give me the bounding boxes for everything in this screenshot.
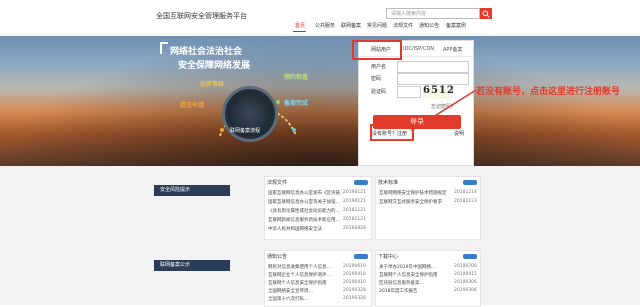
- annotation-arrow: [410, 89, 477, 132]
- search-button[interactable]: [480, 8, 492, 19]
- search-icon: [482, 10, 490, 18]
- laws-panel-title: 法规文件: [267, 180, 288, 186]
- nav-item-notices[interactable]: 通知公告: [419, 22, 439, 29]
- step-submit-application: 提交申请: [180, 102, 205, 109]
- list-item-date: 20190328: [343, 296, 366, 301]
- side-label-risk[interactable]: 安全风险提示: [154, 185, 230, 196]
- list-item[interactable]: 全国第十六次打私…: [268, 296, 309, 302]
- list-item-date: 20181214: [454, 190, 477, 195]
- nav-item-laws[interactable]: 法规文件: [393, 22, 413, 29]
- list-item-date: 20181123: [454, 199, 477, 204]
- list-item-date: 20190306: [454, 288, 477, 293]
- list-item[interactable]: 互联网网络安全保护技术措施规定: [379, 190, 447, 196]
- step-complete: 备案完成: [284, 100, 309, 107]
- list-item[interactable]: 区块链信息服务备案…: [379, 280, 424, 286]
- list-item[interactable]: 网民对信息收集使用个人信息…: [268, 264, 331, 270]
- list-item[interactable]: 2018年度工作报告: [379, 288, 417, 294]
- list-item-date: 20190415: [454, 272, 477, 277]
- gauge-label: 联网备案流程: [230, 128, 261, 134]
- list-item[interactable]: 互联网个人信息安全保护指南: [268, 280, 327, 286]
- list-item-date: 20181121: [343, 208, 366, 213]
- nav-active-indicator: [293, 31, 306, 32]
- list-item[interactable]: 中华人民共和国网络安全法: [268, 226, 322, 232]
- slogan-line2: 安全保障网络发展: [178, 61, 251, 71]
- captcha-label: 验证码: [371, 89, 387, 95]
- side-label-registration[interactable]: 联网备案公示: [154, 260, 230, 271]
- list-item-date: 20190418: [343, 272, 366, 277]
- list-item[interactable]: 互联网个人信息安全保护指南: [379, 272, 438, 278]
- banner-shade: [0, 36, 640, 166]
- list-item-date: 20190328: [343, 288, 366, 293]
- tech-panel-title: 技术标准: [378, 180, 399, 186]
- nav-item-faq[interactable]: 常见问题: [367, 22, 387, 29]
- slogan-bracket: [160, 42, 168, 54]
- list-item-date: 20190121: [343, 199, 366, 204]
- notices-panel: 通知公告 网民对信息收集使用个人信息… 20190619 互联网企业个人信息保护…: [264, 250, 372, 307]
- password-field[interactable]: [397, 73, 469, 85]
- tech-more-button[interactable]: [463, 180, 477, 185]
- download-panel-title: 下载中心: [378, 254, 399, 260]
- list-item-date: 20181121: [343, 217, 366, 222]
- list-item[interactable]: 国家互联网信息办公室发布《区块链…: [268, 190, 345, 196]
- nav-item-home[interactable]: 首页: [295, 22, 305, 29]
- list-item-date: 20160828: [343, 226, 366, 231]
- laws-more-button[interactable]: [354, 180, 368, 185]
- register-annotation: 若没有账号，点击这里进行注册账号: [476, 87, 621, 97]
- list-item[interactable]: 互联网企业个人信息保护测评…: [268, 272, 331, 278]
- search-placeholder: 请输入搜索内容: [391, 11, 427, 17]
- list-item[interactable]: 关于举办2019年中国网络…: [379, 264, 435, 270]
- nav-item-cases[interactable]: 备案案例: [446, 22, 466, 29]
- password-label: 密码: [371, 76, 382, 82]
- content-area: 安全风险提示 联网备案公示 法规文件 国家互联网信息办公室发布《区块链… 201…: [0, 166, 640, 307]
- register-link[interactable]: 没有账号？注册: [372, 130, 407, 137]
- list-item-date: 20190708: [454, 264, 477, 269]
- site-title: 全国互联网安全管理服务平台: [156, 12, 247, 20]
- username-label: 用户名: [371, 64, 387, 70]
- tech-standards-panel: 技术标准 互联网网络安全保护技术措施规定 20181214 互联网交互式服务安全…: [375, 176, 481, 240]
- list-item-date: 20190619: [343, 264, 366, 269]
- notices-panel-title: 通知公告: [267, 254, 288, 260]
- hero-banner: 网络社会法治社会 安全保障网络发展 初步审核 提交申请 预约检查 备案完成 联网…: [0, 36, 640, 166]
- notices-more-button[interactable]: [354, 254, 368, 259]
- username-field[interactable]: [397, 61, 469, 73]
- nav-divider: [0, 34, 640, 35]
- list-item-date: 20190306: [454, 280, 477, 285]
- tab-highlight-box: [352, 40, 402, 60]
- slogan-line1: 网络社会法治社会: [170, 47, 243, 57]
- list-item[interactable]: 互联网新闻信息服务新技术新应用…: [268, 217, 340, 223]
- nav-item-public-services[interactable]: 公共服务: [315, 22, 335, 29]
- list-item[interactable]: 互联网交互式服务安全保护要求: [379, 199, 442, 205]
- list-item-date: 20190121: [343, 190, 366, 195]
- download-more-button[interactable]: [463, 254, 477, 259]
- download-panel: 下载中心 关于举办2019年中国网络… 20190708 互联网个人信息安全保护…: [375, 250, 481, 307]
- tab-app-registration[interactable]: APP备案: [443, 46, 462, 53]
- step-schedule-inspection: 预约检查: [284, 74, 309, 81]
- step-initial-review: 初步审核: [200, 81, 225, 88]
- list-item[interactable]: 国家互联网信息办公室等关于加强…: [268, 199, 340, 205]
- site-header: 全国互联网安全管理服务平台 请输入搜索内容: [0, 0, 640, 36]
- list-item[interactable]: 《具有舆论属性或社会动员能力的…: [268, 208, 340, 214]
- search-input[interactable]: 请输入搜索内容: [386, 8, 480, 19]
- list-item[interactable]: 全国网络安全宣传周…: [268, 288, 313, 294]
- laws-panel: 法规文件 国家互联网信息办公室发布《区块链… 20190121 国家互联网信息办…: [264, 176, 372, 240]
- nav-item-registration[interactable]: 联网备案: [341, 22, 361, 29]
- tab-idc-isp-cdn[interactable]: IDC/ISP/CDN: [403, 46, 434, 52]
- list-item-date: 20190410: [343, 280, 366, 285]
